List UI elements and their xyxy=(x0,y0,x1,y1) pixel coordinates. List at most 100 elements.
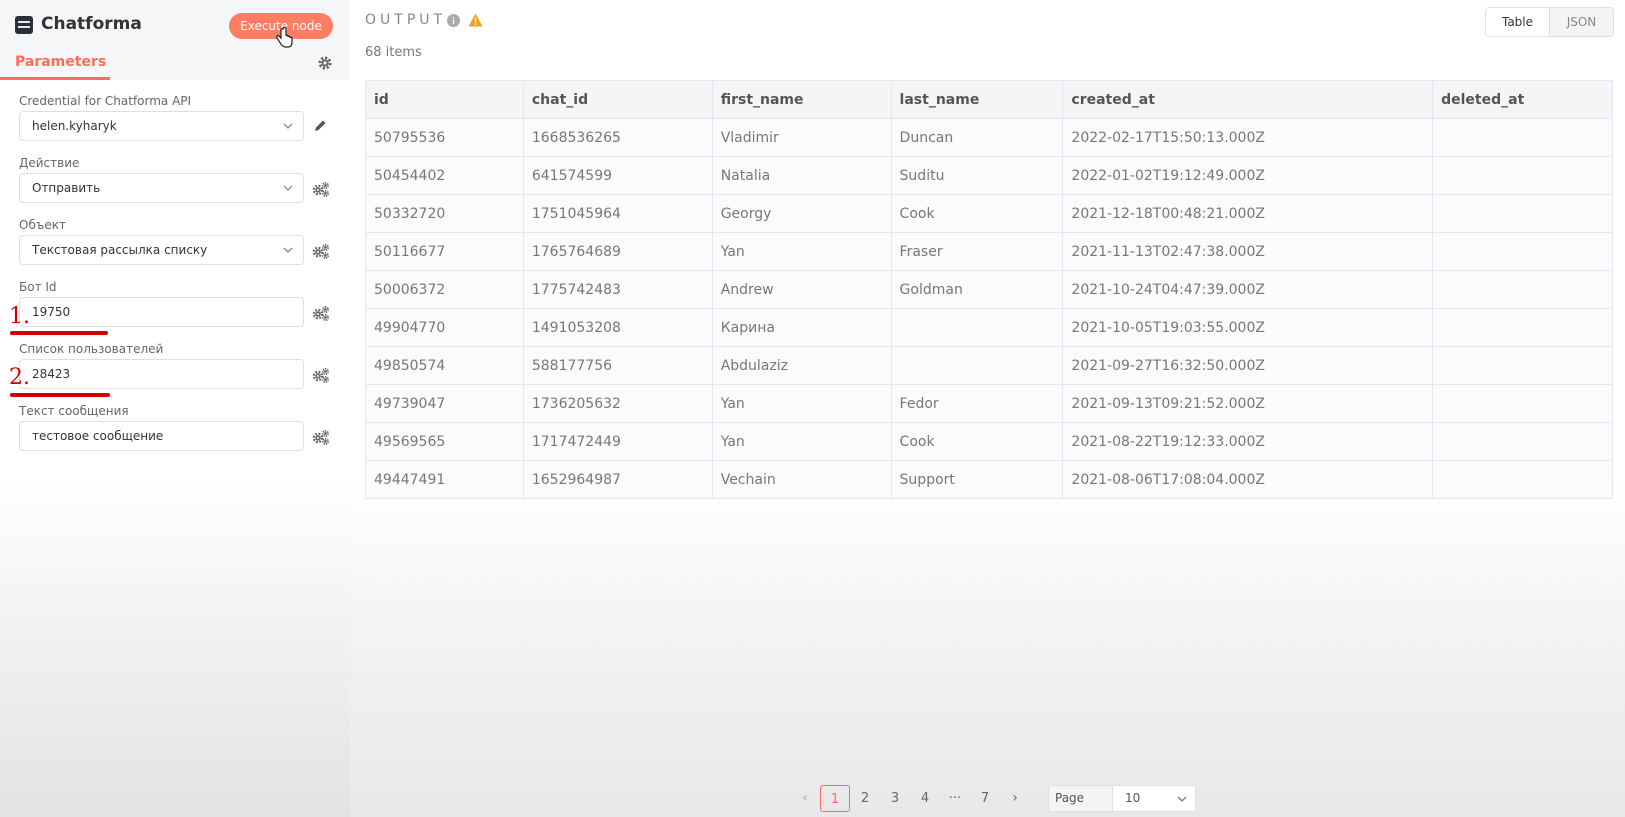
table-cell: 50116677 xyxy=(365,232,524,271)
table-cell xyxy=(1432,460,1613,499)
table-cell: 1775742483 xyxy=(522,270,713,309)
page-button-1[interactable]: 1 xyxy=(820,785,850,812)
table-cell: 1668536265 xyxy=(522,118,713,157)
chevron-down-icon xyxy=(283,123,293,129)
table-cell: Cook xyxy=(890,194,1064,233)
message-text-input[interactable]: тестовое сообщение xyxy=(19,421,304,451)
table-cell: Andrew xyxy=(711,270,892,309)
credential-select[interactable]: helen.kyharyk xyxy=(19,111,304,141)
table-cell: Fraser xyxy=(890,232,1064,271)
table-row: 49850574 588177756 Abdulaziz 2021-09-27T… xyxy=(365,346,1613,385)
table-cell: 1652964987 xyxy=(522,460,713,499)
table-cell: 588177756 xyxy=(522,346,713,385)
node-header: Chatforma Execute node Parameters xyxy=(0,0,350,80)
page-size-select[interactable]: Page Size 10 xyxy=(1048,785,1196,817)
table-cell xyxy=(1432,346,1613,385)
page-button-3[interactable]: 3 xyxy=(880,785,910,812)
prev-page-button[interactable]: ‹ xyxy=(790,785,820,812)
gears-icon[interactable] xyxy=(312,305,330,321)
table-cell: Duncan xyxy=(890,118,1064,157)
table-view-button[interactable]: Table xyxy=(1486,8,1550,36)
more-pages-ellipsis[interactable]: ··· xyxy=(940,785,970,812)
message-text-label: Текст сообщения xyxy=(19,404,129,418)
gears-icon[interactable] xyxy=(312,429,330,445)
table-cell: Georgy xyxy=(711,194,892,233)
gears-icon[interactable] xyxy=(312,367,330,383)
json-view-button[interactable]: JSON xyxy=(1550,8,1613,36)
table-cell: 50795536 xyxy=(365,118,524,157)
action-select[interactable]: Отправить xyxy=(19,173,304,203)
page-button-4[interactable]: 4 xyxy=(910,785,940,812)
table-cell: Yan xyxy=(711,422,892,461)
table-cell: 2021-11-13T02:47:38.000Z xyxy=(1062,232,1434,271)
table-cell: 1751045964 xyxy=(522,194,713,233)
credential-value: helen.kyharyk xyxy=(32,119,117,133)
annotation-underline-1 xyxy=(10,331,108,335)
table-row: 49739047 1736205632 Yan Fedor 2021-09-13… xyxy=(365,384,1613,423)
pencil-icon[interactable] xyxy=(312,118,330,134)
table-cell: Abdulaziz xyxy=(711,346,892,385)
output-table: id chat_id first_name last_name created_… xyxy=(365,80,1613,499)
table-cell xyxy=(1432,384,1613,423)
gears-icon[interactable] xyxy=(312,243,330,259)
page-size-value-container[interactable]: 10 xyxy=(1113,786,1195,811)
table-row: 50116677 1765764689 Yan Fraser 2021-11-1… xyxy=(365,232,1613,271)
table-cell xyxy=(1432,308,1613,347)
table-cell: 2021-09-13T09:21:52.000Z xyxy=(1062,384,1434,423)
credential-label: Credential for Chatforma API xyxy=(19,94,192,108)
table-cell: Yan xyxy=(711,384,892,423)
output-title: OUTPUT xyxy=(365,12,447,28)
table-cell: 49569565 xyxy=(365,422,524,461)
annotation-number-1: 1. xyxy=(9,304,30,329)
annotation-underline-2 xyxy=(10,393,110,397)
chatforma-node-icon xyxy=(15,16,33,34)
gears-icon[interactable] xyxy=(312,181,330,197)
column-header: deleted_at xyxy=(1432,80,1613,119)
column-header: last_name xyxy=(890,80,1064,119)
table-row: 49904770 1491053208 Карина 2021-10-05T19… xyxy=(365,308,1613,347)
page-size-value: 10 xyxy=(1125,791,1141,805)
table-cell xyxy=(1432,422,1613,461)
action-value: Отправить xyxy=(32,181,101,195)
table-row: 50332720 1751045964 Georgy Cook 2021-12-… xyxy=(365,194,1613,233)
user-list-input[interactable]: 28423 xyxy=(19,359,304,389)
table-cell: 2021-09-27T16:32:50.000Z xyxy=(1062,346,1434,385)
table-cell xyxy=(1432,270,1613,309)
object-select[interactable]: Текстовая рассылка списку xyxy=(19,235,304,265)
next-page-button[interactable]: › xyxy=(1000,785,1030,812)
table-header-row: id chat_id first_name last_name created_… xyxy=(365,80,1613,119)
table-cell: 49739047 xyxy=(365,384,524,423)
annotation-number-2: 2. xyxy=(9,365,30,390)
table-cell xyxy=(1432,118,1613,157)
table-cell xyxy=(1432,156,1613,195)
table-cell: 49850574 xyxy=(365,346,524,385)
table-cell: Suditu xyxy=(890,156,1064,195)
bot-id-input[interactable]: 19750 xyxy=(19,297,304,327)
chevron-down-icon xyxy=(283,247,293,253)
object-value: Текстовая рассылка списку xyxy=(32,243,208,257)
table-cell: 2022-01-02T19:12:49.000Z xyxy=(1062,156,1434,195)
table-cell: 49904770 xyxy=(365,308,524,347)
table-cell: 2021-10-05T19:03:55.000Z xyxy=(1062,308,1434,347)
table-cell: Goldman xyxy=(890,270,1064,309)
parameters-panel: Chatforma Execute node Parameters Creden… xyxy=(0,0,350,817)
table-cell: Fedor xyxy=(890,384,1064,423)
warning-icon[interactable] xyxy=(468,13,483,27)
hand-cursor-icon xyxy=(276,27,293,48)
page-button-7[interactable]: 7 xyxy=(970,785,1000,812)
node-title[interactable]: Chatforma xyxy=(41,14,142,34)
table-cell: 1765764689 xyxy=(522,232,713,271)
table-cell: 2022-02-17T15:50:13.000Z xyxy=(1062,118,1434,157)
table-cell: 50332720 xyxy=(365,194,524,233)
items-count: 68 items xyxy=(365,45,422,60)
table-cell: 2021-08-22T19:12:33.000Z xyxy=(1062,422,1434,461)
table-row: 49447491 1652964987 Vechain Support 2021… xyxy=(365,460,1613,499)
active-tab-indicator xyxy=(0,77,110,80)
settings-gear-icon[interactable] xyxy=(317,55,333,71)
table-cell: Карина xyxy=(711,308,892,347)
tab-parameters[interactable]: Parameters xyxy=(15,54,106,70)
table-cell: Yan xyxy=(711,232,892,271)
info-icon[interactable] xyxy=(447,14,460,27)
column-header: created_at xyxy=(1062,80,1434,119)
page-button-2[interactable]: 2 xyxy=(850,785,880,812)
